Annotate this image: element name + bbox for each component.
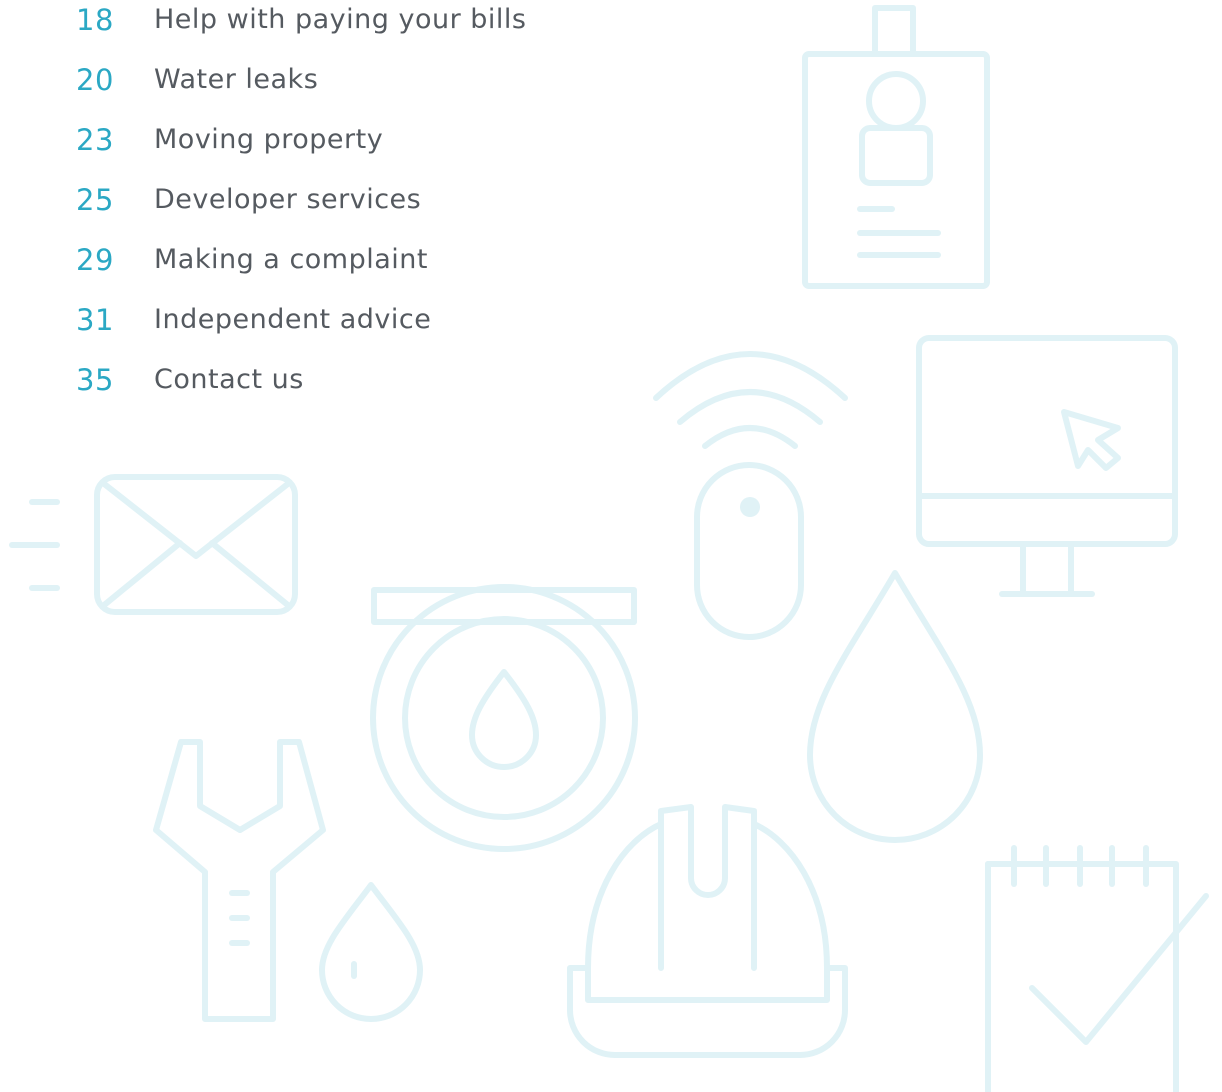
computer-monitor-icon bbox=[916, 335, 1178, 597]
envelope-icon bbox=[9, 474, 298, 615]
water-meter-icon bbox=[370, 584, 638, 852]
id-badge-icon bbox=[802, 5, 990, 289]
background-illustration bbox=[9, 5, 1209, 1092]
checklist-notepad-icon bbox=[985, 845, 1209, 1092]
small-water-drop-icon bbox=[319, 882, 423, 1022]
illustration-group bbox=[9, 5, 1209, 1092]
water-drop-icon bbox=[807, 570, 983, 843]
wireless-device-icon bbox=[653, 351, 848, 640]
wrench-icon bbox=[153, 739, 326, 1022]
hard-hat-icon bbox=[567, 804, 848, 1058]
